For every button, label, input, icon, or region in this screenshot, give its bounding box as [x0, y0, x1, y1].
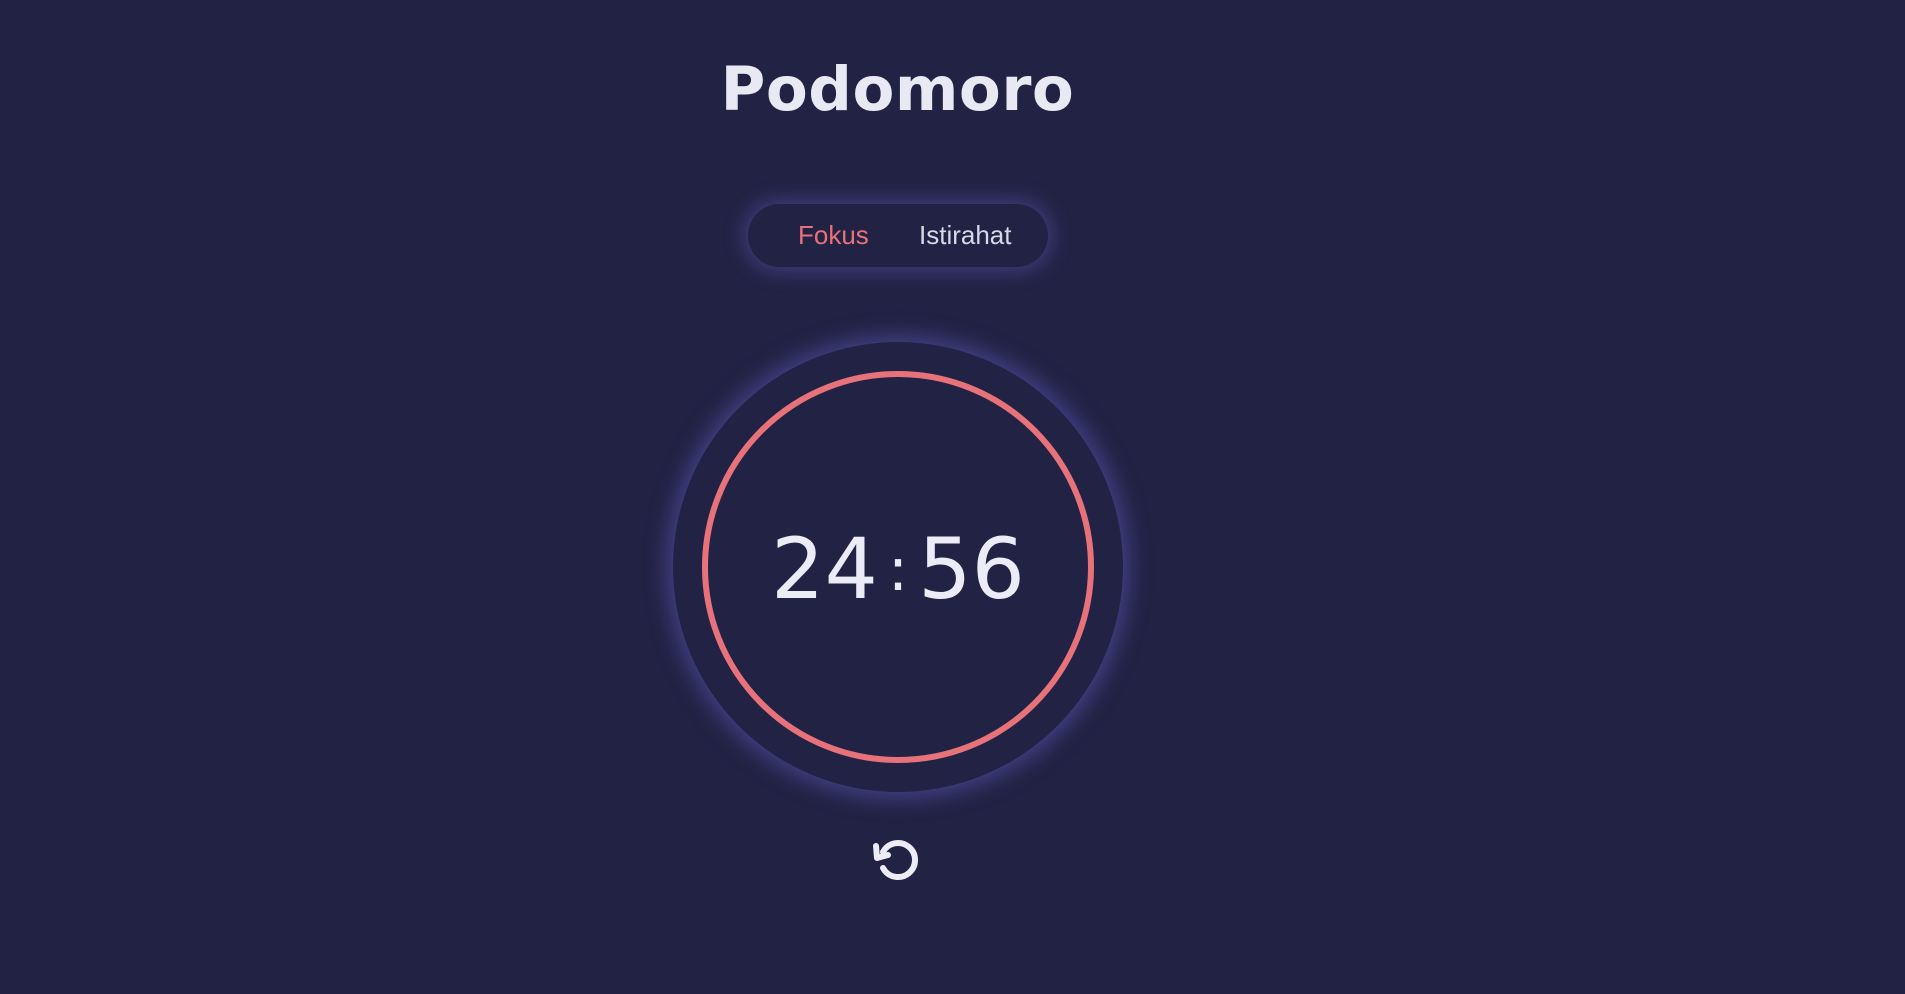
mode-button-istirahat[interactable]: Istirahat — [919, 220, 1012, 251]
app-root: Podomoro Fokus Istirahat 24:56 — [0, 0, 1905, 994]
timer-display: 24:56 — [673, 524, 1123, 623]
reset-button[interactable] — [871, 834, 923, 886]
reset-icon — [873, 840, 918, 880]
mode-toggle: Fokus Istirahat — [748, 204, 1048, 267]
timer-separator: : — [887, 535, 909, 605]
app-title: Podomoro — [720, 54, 1075, 125]
timer-minutes: 24 — [771, 520, 878, 618]
mode-button-fokus[interactable]: Fokus — [798, 220, 869, 251]
timer-dial: 24:56 — [673, 342, 1123, 792]
timer-seconds: 56 — [918, 520, 1025, 618]
